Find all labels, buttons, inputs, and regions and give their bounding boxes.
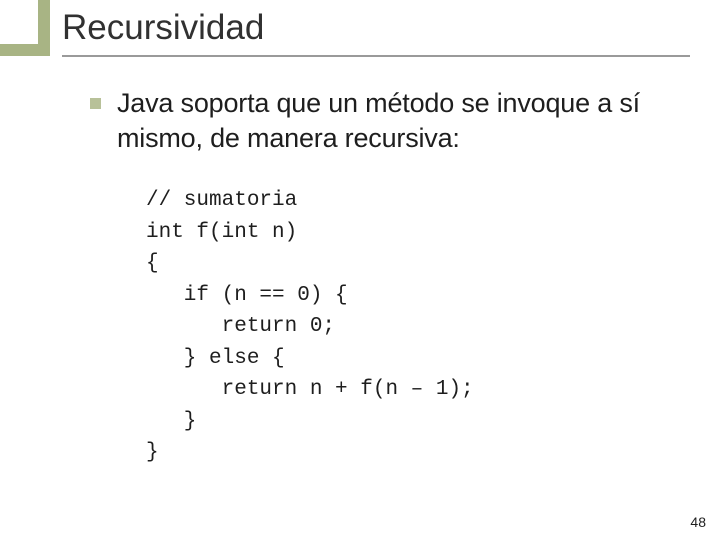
title-bar: Recursividad: [0, 0, 720, 78]
title-underline: [62, 55, 690, 57]
bullet-item: Java soporta que un método se invoque a …: [90, 86, 690, 155]
code-block: // sumatoria int f(int n) { if (n == 0) …: [146, 185, 690, 469]
bullet-text: Java soporta que un método se invoque a …: [117, 86, 690, 155]
page-number: 48: [690, 514, 706, 530]
bullet-icon: [90, 98, 101, 109]
slide-body: Java soporta que un método se invoque a …: [90, 86, 690, 469]
accent-vertical-bar: [38, 0, 50, 56]
slide-title: Recursividad: [62, 8, 264, 48]
